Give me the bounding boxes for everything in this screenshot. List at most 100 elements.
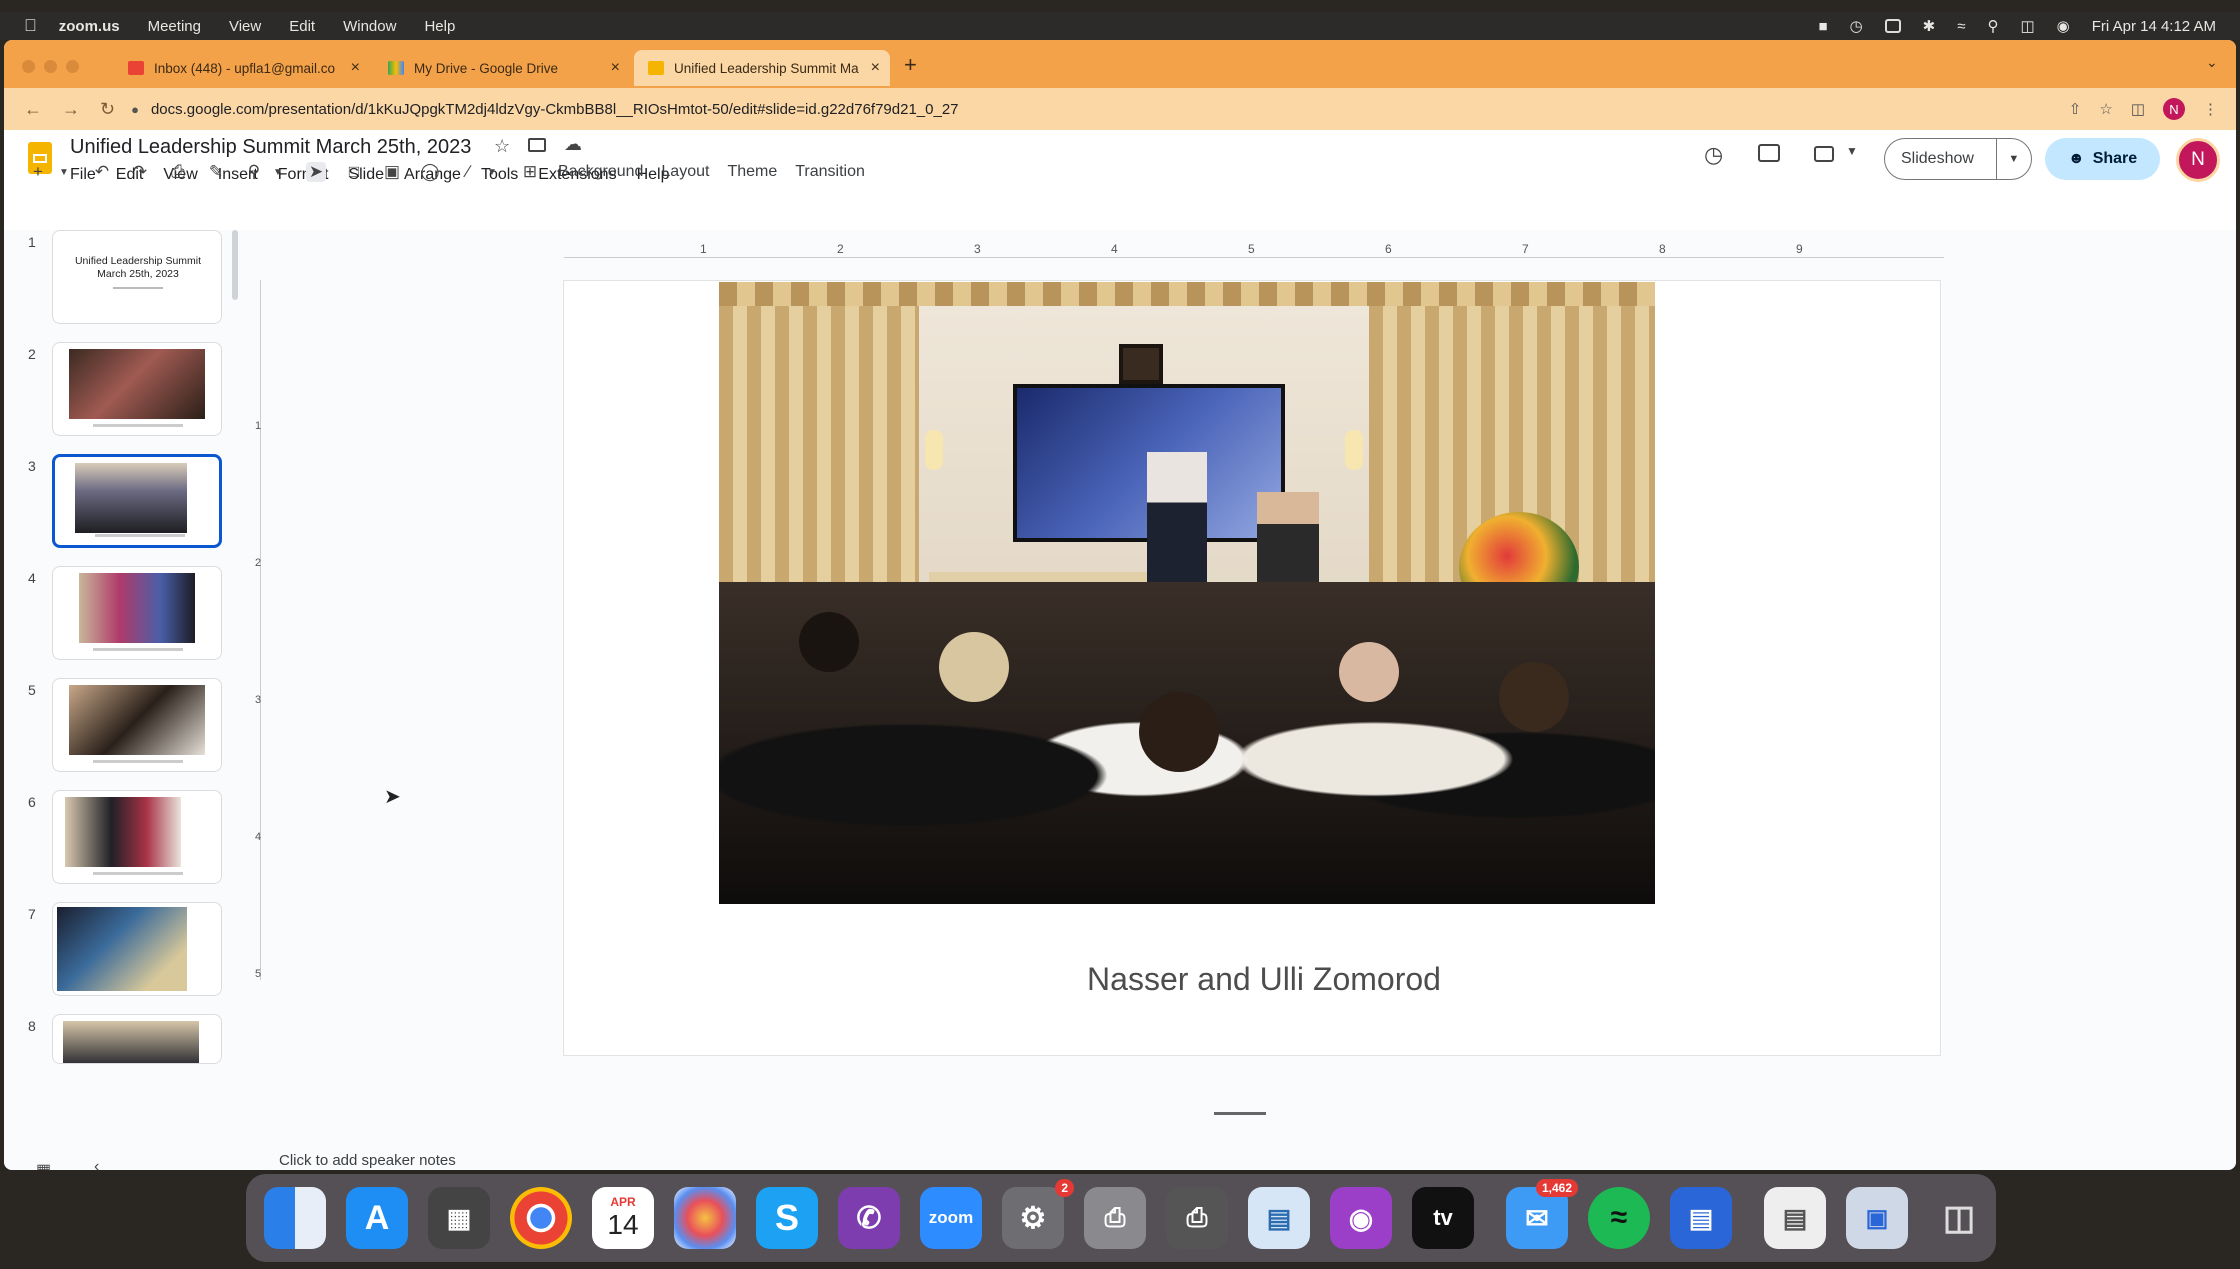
launchpad-icon[interactable]: ▦: [428, 1187, 490, 1249]
paint-format-icon[interactable]: ✎: [206, 162, 226, 182]
slide-thumbnail-1[interactable]: Unified Leadership Summit March 25th, 20…: [52, 230, 222, 324]
bluetooth-icon[interactable]: ✱: [1923, 17, 1936, 35]
theme-button[interactable]: Theme: [727, 163, 777, 181]
share-button[interactable]: ☻ Share: [2045, 138, 2160, 180]
document-stack-icon[interactable]: ▤: [1764, 1187, 1826, 1249]
collapse-filmstrip-icon[interactable]: ‹: [94, 1158, 99, 1170]
slide-caption[interactable]: Nasser and Ulli Zomorod: [564, 961, 1940, 998]
preview-icon[interactable]: ▤: [1248, 1187, 1310, 1249]
meet-dropdown-icon[interactable]: ▼: [1846, 144, 1858, 158]
line-dropdown-icon[interactable]: ▼: [482, 167, 502, 178]
control-center-icon[interactable]: ◫: [2020, 17, 2034, 35]
menu-help[interactable]: Help: [424, 18, 455, 35]
close-window-icon[interactable]: [22, 60, 35, 73]
share-page-icon[interactable]: ⇧: [2069, 100, 2082, 118]
filmstrip-scrollbar[interactable]: [232, 230, 238, 300]
star-icon[interactable]: ☆: [494, 136, 510, 157]
menu-app-name[interactable]: zoom.us: [59, 18, 120, 35]
slide-thumbnail-5[interactable]: [52, 678, 222, 772]
back-icon[interactable]: ←: [24, 99, 42, 120]
photos-icon[interactable]: [674, 1187, 736, 1249]
clock-status-icon[interactable]: ◷: [1850, 17, 1863, 35]
tab-search-icon[interactable]: ⌄: [2206, 54, 2218, 71]
menu-edit[interactable]: Edit: [289, 18, 315, 35]
printer-icon[interactable]: ⎙: [1166, 1187, 1228, 1249]
print-icon[interactable]: ⎙: [168, 162, 188, 182]
slide-thumbnail-8[interactable]: [52, 1014, 222, 1064]
spotify-icon[interactable]: ≈: [1588, 1187, 1650, 1249]
apple-menu-icon[interactable]: : [24, 16, 37, 36]
notes-resize-handle[interactable]: [1214, 1112, 1266, 1115]
insert-image-icon[interactable]: ▣: [382, 162, 402, 182]
text-box-icon[interactable]: □: [344, 162, 364, 182]
minimize-window-icon[interactable]: [44, 60, 57, 73]
background-button[interactable]: Background: [558, 163, 643, 181]
slide-canvas[interactable]: Nasser and Ulli Zomorod: [563, 280, 1941, 1056]
slide-thumbnail-4[interactable]: [52, 566, 222, 660]
version-history-icon[interactable]: ◷: [1704, 142, 1723, 168]
input-source-icon[interactable]: [1884, 19, 1901, 33]
grid-view-icon[interactable]: ▦: [36, 1160, 51, 1170]
slide-thumbnail-3[interactable]: [52, 454, 222, 548]
url-field[interactable]: docs.google.com/presentation/d/1kKuJQpgk…: [151, 101, 959, 118]
comments-icon[interactable]: [1758, 144, 1780, 162]
tab-gmail[interactable]: Inbox (448) - upfla1@gmail.co ×: [114, 50, 370, 86]
trash-icon[interactable]: ◫: [1928, 1187, 1990, 1249]
menu-window[interactable]: Window: [343, 18, 396, 35]
zoom-app-icon[interactable]: zoom: [920, 1187, 982, 1249]
siri-icon[interactable]: ◉: [2057, 17, 2070, 35]
meet-camera-icon[interactable]: [1814, 146, 1834, 162]
reload-icon[interactable]: ↻: [100, 99, 115, 120]
bookmark-star-icon[interactable]: ☆: [2099, 100, 2112, 118]
finder-icon[interactable]: [264, 1187, 326, 1249]
forward-icon[interactable]: →: [62, 99, 80, 120]
new-slide-icon[interactable]: +: [28, 162, 48, 182]
close-tab-icon[interactable]: ×: [871, 59, 880, 77]
podcasts-icon[interactable]: ◉: [1330, 1187, 1392, 1249]
skype-icon[interactable]: S: [756, 1187, 818, 1249]
menu-meeting[interactable]: Meeting: [148, 18, 201, 35]
side-panel-icon[interactable]: ◫: [2131, 100, 2145, 118]
zoom-dropdown-icon[interactable]: ▼: [268, 167, 288, 178]
menubar-clock[interactable]: Fri Apr 14 4:12 AM: [2092, 18, 2216, 35]
redo-icon[interactable]: ↷: [130, 162, 150, 182]
lock-icon[interactable]: ●: [131, 102, 139, 117]
wifi-icon[interactable]: ≈: [1957, 18, 1965, 35]
spotlight-search-icon[interactable]: ⚲: [1987, 17, 1998, 35]
layout-button[interactable]: Layout: [661, 163, 709, 181]
tab-slides[interactable]: Unified Leadership Summit Ma ×: [634, 50, 890, 86]
move-folder-icon[interactable]: [528, 138, 546, 152]
calendar-icon[interactable]: APR 14: [592, 1187, 654, 1249]
menu-view[interactable]: View: [229, 18, 261, 35]
new-tab-icon[interactable]: +: [904, 52, 917, 78]
transition-button[interactable]: Transition: [795, 163, 865, 181]
tab-drive[interactable]: My Drive - Google Drive ×: [374, 50, 630, 86]
zoom-status-icon[interactable]: ■: [1819, 18, 1828, 35]
downloads-stack-icon[interactable]: ▣: [1846, 1187, 1908, 1249]
slide-thumbnail-6[interactable]: [52, 790, 222, 884]
app-store-icon[interactable]: A: [346, 1187, 408, 1249]
scanner-icon[interactable]: ⎙: [1084, 1187, 1146, 1249]
chrome-icon[interactable]: [510, 1187, 572, 1249]
close-tab-icon[interactable]: ×: [611, 59, 620, 77]
undo-icon[interactable]: ↶: [92, 162, 112, 182]
mail-icon[interactable]: ✉ 1,462: [1506, 1179, 1578, 1249]
remote-desktop-icon[interactable]: ▤: [1670, 1187, 1732, 1249]
slide-thumbnail-2[interactable]: [52, 342, 222, 436]
event-photo[interactable]: [719, 282, 1655, 904]
slideshow-button[interactable]: Slideshow ▼: [1884, 138, 2032, 180]
browser-menu-icon[interactable]: ⋮: [2203, 100, 2218, 118]
cloud-saved-icon[interactable]: ☁: [564, 134, 582, 155]
new-slide-dropdown-icon[interactable]: ▼: [54, 167, 74, 178]
profile-avatar[interactable]: N: [2163, 98, 2185, 120]
account-avatar[interactable]: N: [2176, 138, 2220, 182]
line-icon[interactable]: ∕: [458, 162, 478, 182]
close-tab-icon[interactable]: ×: [351, 59, 360, 77]
slideshow-dropdown-icon[interactable]: ▼: [1995, 138, 2031, 180]
add-comment-icon[interactable]: ⊞: [520, 162, 540, 182]
zoom-icon[interactable]: ⚲: [244, 162, 264, 182]
select-cursor-icon[interactable]: ➤: [306, 162, 326, 182]
system-settings-icon[interactable]: ⚙ 2: [1002, 1179, 1074, 1249]
viber-icon[interactable]: ✆: [838, 1187, 900, 1249]
apple-tv-icon[interactable]: tv: [1412, 1187, 1474, 1249]
